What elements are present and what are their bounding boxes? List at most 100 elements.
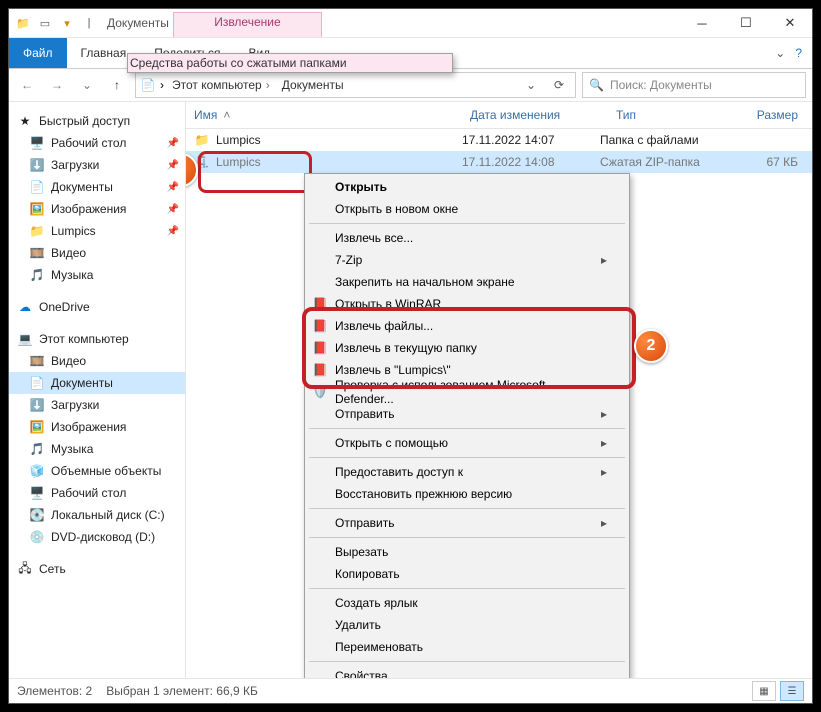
ctx-item-0[interactable]: Открыть — [307, 176, 627, 198]
chevron-right-icon: ▸ — [601, 465, 607, 479]
sidebar-item-thispc-0[interactable]: 🎞️Видео — [9, 350, 185, 372]
col-name[interactable]: Имя — [194, 108, 217, 122]
ctx-item-15[interactable]: Предоставить доступ к▸ — [307, 461, 627, 483]
context-menu: ОткрытьОткрыть в новом окне Извлечь все..… — [304, 173, 630, 678]
up-button[interactable]: ↑ — [105, 73, 129, 97]
col-date[interactable]: Дата изменения — [462, 108, 608, 122]
minimize-button[interactable]: ─ — [680, 9, 724, 37]
item-icon: 🧊 — [29, 463, 45, 479]
item-icon: ⬇️ — [29, 157, 45, 173]
defender-icon: 🛡️ — [311, 383, 329, 401]
close-button[interactable]: ✕ — [768, 9, 812, 37]
ctx-separator — [309, 588, 625, 589]
ctx-separator — [309, 457, 625, 458]
ctx-item-8[interactable]: 📕Извлечь в текущую папку — [307, 337, 627, 359]
titlebar: 📁 ▭ ▾ | Документы Извлечение ─ ☐ ✕ — [9, 9, 812, 38]
crumb-folder[interactable]: Документы — [278, 78, 348, 92]
sidebar-item-quick-3[interactable]: 🖼️Изображения📌 — [9, 198, 185, 220]
sidebar-item-thispc-5[interactable]: 🧊Объемные объекты — [9, 460, 185, 482]
sidebar-item-thispc-3[interactable]: 🖼️Изображения — [9, 416, 185, 438]
sidebar-head-quick[interactable]: ★Быстрый доступ — [9, 110, 185, 132]
maximize-button[interactable]: ☐ — [724, 9, 768, 37]
explorer-window: { "title": "Документы", "context_tab": "… — [8, 8, 813, 704]
ctx-item-5[interactable]: Закрепить на начальном экране — [307, 271, 627, 293]
cloud-icon: ☁ — [17, 299, 33, 315]
ctx-item-18[interactable]: Отправить▸ — [307, 512, 627, 534]
ctx-item-1[interactable]: Открыть в новом окне — [307, 198, 627, 220]
ctx-item-4[interactable]: 7-Zip▸ — [307, 249, 627, 271]
ctx-separator — [309, 508, 625, 509]
winrar-icon: 📕 — [311, 295, 329, 313]
sidebar-item-quick-1[interactable]: ⬇️Загрузки📌 — [9, 154, 185, 176]
ctx-item-16[interactable]: Восстановить прежнюю версию — [307, 483, 627, 505]
view-details-button[interactable]: ☰ — [780, 681, 804, 701]
file-row-1[interactable]: 🗜️Lumpics 17.11.2022 14:08Сжатая ZIP-пап… — [186, 151, 812, 173]
col-size[interactable]: Размер — [744, 108, 812, 122]
col-type[interactable]: Тип — [608, 108, 744, 122]
ctx-item-25[interactable]: Переименовать — [307, 636, 627, 658]
ctx-item-24[interactable]: Удалить — [307, 614, 627, 636]
view-thumbs-button[interactable]: ▦ — [752, 681, 776, 701]
sidebar-item-thispc-8[interactable]: 💿DVD-дисковод (D:) — [9, 526, 185, 548]
annotation-badge-2: 2 — [634, 329, 668, 363]
back-button[interactable]: ← — [15, 73, 39, 97]
item-icon: 📁 — [29, 223, 45, 239]
sort-icon: ˄ — [223, 108, 230, 122]
recent-button[interactable]: ⌄ — [75, 73, 99, 97]
ctx-item-7[interactable]: 📕Извлечь файлы... — [307, 315, 627, 337]
ctx-item-10[interactable]: 🛡️Проверка с использованием Microsoft De… — [307, 381, 627, 403]
sidebar-item-thispc-7[interactable]: 💽Локальный диск (C:) — [9, 504, 185, 526]
pin-icon: 📌 — [167, 204, 179, 215]
contextual-tab[interactable]: Извлечение — [173, 12, 321, 37]
item-icon: 🎵 — [29, 441, 45, 457]
sidebar-item-quick-5[interactable]: 🎞️Видео — [9, 242, 185, 264]
qat-icon[interactable]: ▭ — [37, 15, 53, 31]
ctx-separator — [309, 661, 625, 662]
sidebar-item-thispc-6[interactable]: 🖥️Рабочий стол — [9, 482, 185, 504]
help-icon[interactable]: ? — [795, 46, 802, 60]
ribbon-expand-icon[interactable]: ⌄ — [775, 46, 785, 60]
address-bar: ← → ⌄ ↑ 📄 › Этот компьютер› Документы ⌄ … — [9, 69, 812, 102]
ribbon-file[interactable]: Файл — [9, 38, 67, 68]
column-headers[interactable]: Имя ˄ Дата изменения Тип Размер — [186, 102, 812, 129]
star-icon: ★ — [17, 113, 33, 129]
window-title: Документы — [107, 16, 169, 30]
ctx-item-3[interactable]: Извлечь все... — [307, 227, 627, 249]
item-icon: ⬇️ — [29, 397, 45, 413]
sidebar-item-thispc-2[interactable]: ⬇️Загрузки — [9, 394, 185, 416]
forward-button[interactable]: → — [45, 73, 69, 97]
search-input[interactable]: 🔍 Поиск: Документы — [582, 72, 806, 98]
sidebar-item-thispc-4[interactable]: 🎵Музыка — [9, 438, 185, 460]
ribbon-tab-compressed[interactable]: Средства работы со сжатыми папками — [127, 53, 453, 73]
sidebar-onedrive[interactable]: ☁OneDrive — [9, 296, 185, 318]
ctx-item-20[interactable]: Вырезать — [307, 541, 627, 563]
chevron-right-icon[interactable]: › — [160, 78, 164, 92]
item-icon: 📄 — [29, 375, 45, 391]
item-icon: 🎵 — [29, 267, 45, 283]
ctx-separator — [309, 428, 625, 429]
ctx-item-27[interactable]: Свойства — [307, 665, 627, 678]
sidebar-item-quick-4[interactable]: 📁Lumpics📌 — [9, 220, 185, 242]
crumb-thispc[interactable]: Этот компьютер› — [168, 78, 274, 92]
refresh-icon[interactable]: ⟳ — [547, 73, 571, 97]
sidebar-item-quick-2[interactable]: 📄Документы📌 — [9, 176, 185, 198]
file-row-0[interactable]: 📁Lumpics 17.11.2022 14:07Папка с файлами — [186, 129, 812, 151]
ctx-item-21[interactable]: Копировать — [307, 563, 627, 585]
qat-dropdown-icon[interactable]: ▾ — [59, 15, 75, 31]
chevron-right-icon: ▸ — [601, 436, 607, 450]
ctx-item-13[interactable]: Открыть с помощью▸ — [307, 432, 627, 454]
item-icon: 💿 — [29, 529, 45, 545]
sidebar-head-thispc[interactable]: 💻Этот компьютер — [9, 328, 185, 350]
item-icon: 🖼️ — [29, 419, 45, 435]
sidebar-item-quick-6[interactable]: 🎵Музыка — [9, 264, 185, 286]
sidebar-item-quick-0[interactable]: 🖥️Рабочий стол📌 — [9, 132, 185, 154]
ctx-item-23[interactable]: Создать ярлык — [307, 592, 627, 614]
ctx-item-11[interactable]: Отправить▸ — [307, 403, 627, 425]
breadcrumb[interactable]: 📄 › Этот компьютер› Документы ⌄ ⟳ — [135, 72, 576, 98]
sidebar-network[interactable]: 🖧Сеть — [9, 558, 185, 580]
dropdown-icon[interactable]: ⌄ — [519, 73, 543, 97]
pin-icon: 📌 — [167, 226, 179, 237]
network-icon: 🖧 — [17, 561, 33, 577]
ctx-item-6[interactable]: 📕Открыть в WinRAR — [307, 293, 627, 315]
sidebar-item-thispc-1[interactable]: 📄Документы — [9, 372, 185, 394]
